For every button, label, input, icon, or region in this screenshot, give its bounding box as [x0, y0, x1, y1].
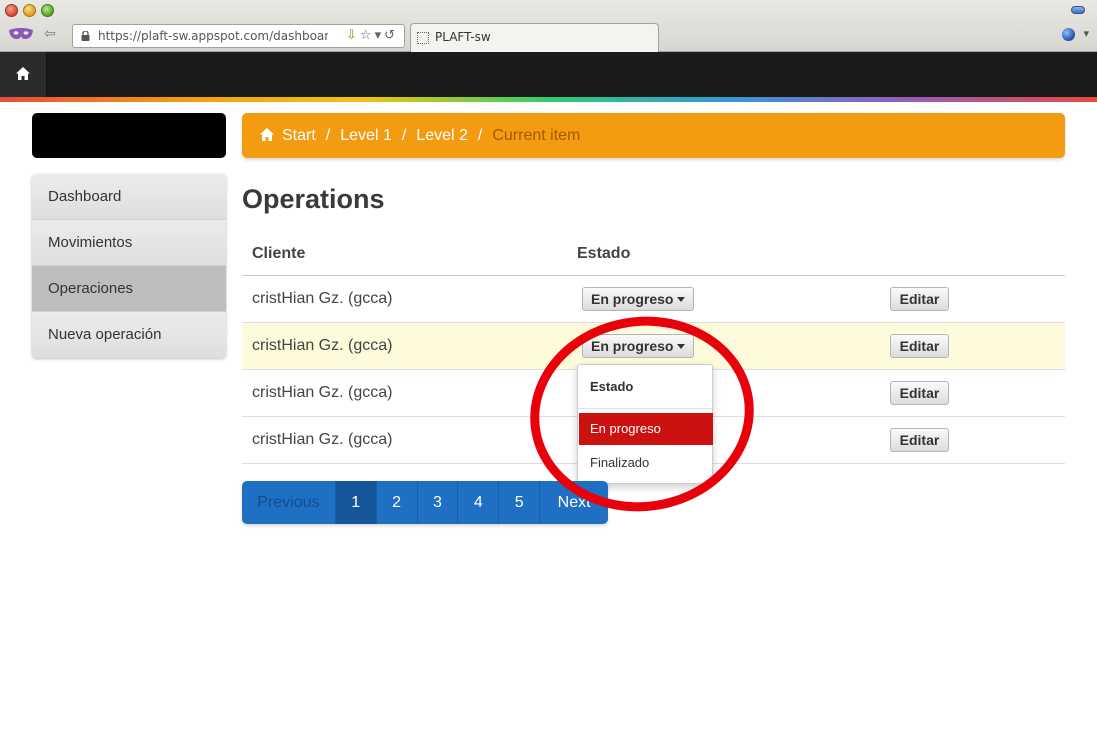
pagination-page-1[interactable]: 1	[335, 481, 377, 524]
estado-value: En progreso	[591, 291, 674, 307]
lock-icon	[81, 31, 90, 41]
column-header-cliente: Cliente	[252, 245, 306, 262]
dropdown-divider	[578, 408, 712, 409]
home-icon	[260, 128, 274, 141]
window-menu-button[interactable]	[1071, 6, 1085, 14]
url-actions: ⇩☆▾↺	[346, 28, 398, 43]
reload-icon[interactable]: ↺	[384, 28, 398, 43]
download-arrow-icon[interactable]: ⇩	[346, 28, 360, 43]
breadcrumb: Start / Level 1 / Level 2 / Current item	[242, 113, 1065, 158]
window-close-button[interactable]	[5, 4, 18, 17]
cliente-cell: cristHian Gz. (gcca)	[252, 337, 393, 354]
globe-icon[interactable]	[1062, 28, 1075, 41]
estado-dropdown-menu: Estado En progreso Finalizado	[577, 364, 713, 484]
top-navbar	[0, 52, 1097, 97]
pagination-next[interactable]: Next	[540, 481, 608, 524]
tab-title: PLAFT-sw	[435, 30, 491, 44]
browser-toolbar: ⇦ https://plaft-sw.appspot.com/dashboarc…	[0, 0, 1097, 52]
page-title: Operations	[242, 184, 385, 214]
caret-down-icon	[677, 344, 686, 349]
edit-button[interactable]: Editar	[890, 428, 949, 452]
page-favicon-icon	[417, 32, 429, 44]
url-text: https://plaft-sw.appspot.com/dashboarc	[98, 29, 328, 43]
dropdown-option-en-progreso[interactable]: En progreso	[579, 413, 713, 445]
logo[interactable]	[32, 113, 226, 158]
private-mask-icon	[9, 28, 33, 39]
edit-button[interactable]: Editar	[890, 334, 949, 358]
edit-button[interactable]: Editar	[890, 381, 949, 405]
breadcrumb-link-level-1[interactable]: Level 1	[340, 127, 392, 144]
dropdown-header: Estado	[590, 379, 634, 394]
cliente-cell: cristHian Gz. (gcca)	[252, 384, 393, 401]
sidebar-item-dashboard[interactable]: Dashboard	[32, 174, 226, 220]
window-maximize-button[interactable]	[41, 4, 54, 17]
edit-button[interactable]: Editar	[890, 287, 949, 311]
caret-down-icon	[677, 297, 686, 302]
breadcrumb-separator: /	[401, 127, 407, 144]
home-icon	[16, 67, 30, 80]
table-header: Cliente Estado	[242, 235, 1065, 276]
sidebar-item-operaciones[interactable]: Operaciones	[32, 266, 226, 312]
breadcrumb-current: Current item	[492, 127, 581, 144]
breadcrumb-separator: /	[325, 127, 331, 144]
table-row: cristHian Gz. (gcca) En progreso Editar	[242, 323, 1065, 370]
cliente-cell: cristHian Gz. (gcca)	[252, 431, 393, 448]
estado-dropdown-button[interactable]: En progreso	[582, 334, 695, 358]
column-header-estado: Estado	[577, 245, 631, 262]
breadcrumb-link-level-2[interactable]: Level 2	[416, 127, 468, 144]
sidebar-nav: Dashboard Movimientos Operaciones Nueva …	[32, 174, 226, 358]
estado-value: En progreso	[591, 338, 674, 354]
pagination-page-3[interactable]: 3	[418, 481, 459, 524]
globe-dropdown-arrow-icon[interactable]: ▾	[1083, 27, 1089, 40]
back-arrow-icon[interactable]: ⇦	[44, 26, 56, 42]
browser-tab[interactable]: PLAFT-sw	[410, 23, 659, 52]
breadcrumb-separator: /	[477, 127, 483, 144]
rainbow-divider	[0, 97, 1097, 102]
dropdown-option-finalizado[interactable]: Finalizado	[579, 447, 713, 479]
estado-dropdown-button[interactable]: En progreso	[582, 287, 695, 311]
url-bar[interactable]: https://plaft-sw.appspot.com/dashboarc ⇩…	[72, 24, 405, 48]
pagination-page-5[interactable]: 5	[499, 481, 541, 524]
cliente-cell: cristHian Gz. (gcca)	[252, 290, 393, 307]
pagination-previous[interactable]: Previous	[242, 481, 336, 524]
bookmark-star-icon[interactable]: ☆	[360, 28, 375, 43]
dropdown-arrow-icon[interactable]: ▾	[375, 28, 385, 43]
breadcrumb-link-start[interactable]: Start	[282, 127, 316, 144]
pagination-page-4[interactable]: 4	[458, 481, 500, 524]
pagination-page-2[interactable]: 2	[377, 481, 418, 524]
window-minimize-button[interactable]	[23, 4, 36, 17]
home-button[interactable]	[0, 52, 47, 97]
table-row: cristHian Gz. (gcca) En progreso Editar	[242, 276, 1065, 323]
pagination: Previous 1 2 3 4 5 Next	[242, 481, 608, 524]
sidebar-item-nueva-operacion[interactable]: Nueva operación	[32, 312, 226, 358]
sidebar-item-movimientos[interactable]: Movimientos	[32, 220, 226, 266]
